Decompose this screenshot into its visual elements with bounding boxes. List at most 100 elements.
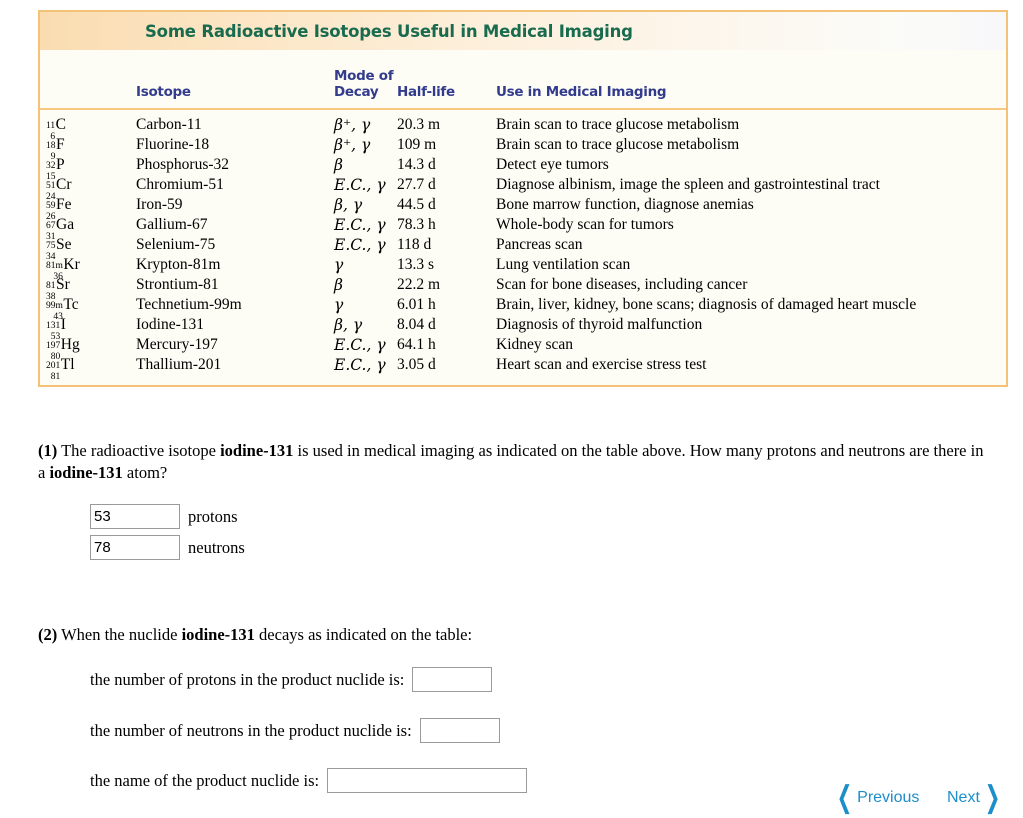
- medical-use: Kidney scan: [496, 336, 574, 353]
- mass-number: 59: [46, 201, 56, 211]
- decay-mode: β⁺, γ: [334, 136, 371, 154]
- element-symbol: F: [56, 136, 65, 153]
- mass-number: 81: [46, 281, 56, 291]
- table-row: 75 34 Se Selenium-75 E.C., γ 118 d Pancreas sc…: [40, 235, 1006, 261]
- table-row: 131 53 I Iodine-131 β, γ 8.04 d Diagnosis of t…: [40, 315, 1006, 341]
- table-body: 11 6 C Carbon-11 β⁺, γ 20.3 m Brain scan to tr…: [40, 110, 1006, 381]
- table-row: 81 38 Sr Strontium-81 β 22.2 m Scan for bone d…: [40, 275, 1006, 301]
- table-row: 51 24 Cr Chromium-51 E.C., γ 27.7 d Diagnose a…: [40, 175, 1006, 201]
- figure-title: Some Radioactive Isotopes Useful in Medi…: [145, 21, 633, 41]
- table-column-headers: Isotope Mode of Decay Half-life Use in M…: [40, 50, 1006, 110]
- mass-number: 201: [46, 361, 61, 371]
- element-symbol: Hg: [60, 336, 80, 353]
- isotope-name: Phosphorus-32: [136, 156, 230, 173]
- decay-mode: γ: [334, 296, 344, 314]
- question-2-input-0[interactable]: [412, 667, 493, 692]
- medical-use: Heart scan and exercise stress test: [496, 356, 707, 373]
- answer-row: neutrons: [90, 535, 245, 560]
- isotope-name: Technetium-99m: [136, 296, 242, 313]
- element-symbol: Cr: [56, 176, 72, 193]
- question-2-input-1[interactable]: [419, 718, 500, 743]
- medical-use: Detect eye tumors: [496, 156, 609, 173]
- decay-mode: β⁺, γ: [334, 116, 371, 134]
- mass-number: 67: [46, 221, 56, 231]
- medical-use: Scan for bone diseases, including cancer: [496, 276, 748, 293]
- table-row: 18 9 F Fluorine-18 β⁺, γ 109 m Brain scan to t…: [40, 135, 1006, 161]
- half-life-value: 3.05 d: [397, 356, 436, 373]
- question-1-text-c: atom?: [122, 462, 168, 482]
- answer-label-protons: protons: [188, 506, 238, 526]
- medical-use: Pancreas scan: [496, 236, 583, 253]
- medical-use: Brain, liver, kidney, bone scans; diagno…: [496, 296, 917, 313]
- medical-use: Brain scan to trace glucose metabolism: [496, 116, 740, 133]
- mass-number: 51: [46, 181, 56, 191]
- answer-input-neutrons[interactable]: [90, 535, 180, 560]
- isotope-name: Carbon-11: [136, 116, 202, 133]
- question-1-answer-list: protons neutrons: [90, 504, 245, 566]
- question-2-number: (2): [38, 625, 58, 644]
- decay-mode: β: [334, 276, 343, 294]
- mass-number: 99m: [46, 301, 63, 311]
- isotope-name: Thallium-201: [136, 356, 222, 373]
- isotope-name: Selenium-75: [136, 236, 216, 253]
- half-life-value: 14.3 d: [397, 156, 436, 173]
- isotope-name: Gallium-67: [136, 216, 208, 233]
- question-2-term-a: iodine-131: [181, 625, 255, 644]
- half-life-value: 22.2 m: [397, 276, 441, 293]
- table-row: 11 6 C Carbon-11 β⁺, γ 20.3 m Brain scan to tr…: [40, 115, 1006, 141]
- medical-use: Brain scan to trace glucose metabolism: [496, 136, 740, 153]
- element-symbol: C: [55, 116, 66, 133]
- decay-mode: E.C., γ: [334, 176, 386, 194]
- half-life-value: 78.3 h: [397, 216, 436, 233]
- table-row: 32 15 P Phosphorus-32 β 14.3 d Detect eye tumo…: [40, 155, 1006, 181]
- isotope-name: Fluorine-18: [136, 136, 210, 153]
- element-symbol: Ga: [56, 216, 75, 233]
- previous-button[interactable]: ❮ Previous: [832, 780, 920, 815]
- isotope-name: Iodine-131: [136, 316, 205, 333]
- chevron-left-icon: ❮: [836, 780, 853, 815]
- answer-label-neutrons: neutrons: [188, 537, 245, 557]
- isotope-table-figure: Some Radioactive Isotopes Useful in Medi…: [38, 10, 1008, 387]
- half-life-value: 27.7 d: [397, 176, 436, 193]
- chevron-right-icon: ❯: [984, 780, 1001, 815]
- element-symbol: Tl: [60, 356, 75, 373]
- element-symbol: I: [60, 316, 66, 333]
- column-header-mode-line1: Mode of: [334, 68, 394, 85]
- element-symbol: Tc: [63, 296, 79, 313]
- isotope-name: Chromium-51: [136, 176, 224, 193]
- half-life-value: 44.5 d: [397, 196, 436, 213]
- question-2: (2) When the nuclide iodine-131 decays a…: [38, 624, 988, 646]
- column-header-half-life: Half-life: [397, 84, 455, 101]
- question-1-number: (1): [38, 441, 58, 460]
- column-header-use: Use in Medical Imaging: [496, 84, 667, 101]
- answer-row: protons: [90, 504, 245, 529]
- medical-use: Whole-body scan for tumors: [496, 216, 674, 233]
- next-button-label: Next: [947, 789, 980, 806]
- half-life-value: 20.3 m: [397, 116, 441, 133]
- mass-number: 131: [46, 321, 61, 331]
- question-2-line: the number of protons in the product nuc…: [90, 667, 493, 692]
- isotope-name: Krypton-81m: [136, 256, 221, 273]
- question-1: (1) The radioactive isotope iodine-131 i…: [38, 440, 988, 484]
- question-2-line-label: the name of the product nuclide is:: [90, 770, 320, 790]
- question-2-input-2[interactable]: [327, 768, 528, 793]
- previous-button-label: Previous: [857, 789, 920, 806]
- medical-use: Bone marrow function, diagnose anemias: [496, 196, 754, 213]
- table-row: 81m 36 Kr Krypton-81m γ 13.3 s Lung ventilatio…: [40, 255, 1006, 281]
- half-life-value: 118 d: [397, 236, 432, 253]
- element-symbol: Sr: [56, 276, 70, 293]
- table-row: 99m 43 Tc Technetium-99m γ 6.01 h Brain, liver…: [40, 295, 1006, 321]
- answer-input-protons[interactable]: [90, 504, 180, 529]
- figure-title-band: Some Radioactive Isotopes Useful in Medi…: [40, 12, 1006, 50]
- medical-use: Diagnosis of thyroid malfunction: [496, 316, 703, 333]
- mass-number: 11: [46, 121, 56, 131]
- question-2-text-a: When the nuclide: [57, 625, 182, 644]
- isotope-name: Iron-59: [136, 196, 183, 213]
- mass-number: 32: [46, 161, 56, 171]
- half-life-value: 13.3 s: [397, 256, 435, 273]
- mass-number: 81m: [46, 261, 63, 271]
- decay-mode: γ: [334, 256, 344, 274]
- question-2-line: the name of the product nuclide is:: [90, 768, 528, 793]
- next-button[interactable]: Next ❯: [947, 783, 1005, 813]
- element-symbol: Se: [56, 236, 72, 253]
